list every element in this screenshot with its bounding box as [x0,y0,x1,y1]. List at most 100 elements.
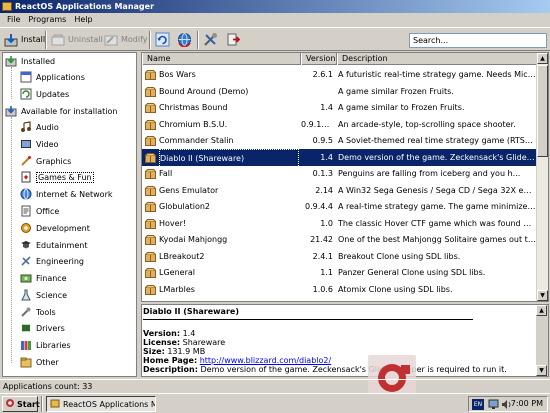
list-row[interactable]: LMarbles 1.0.6 Atomix Clone using SDL libs… [142,281,538,298]
cell-name: Bos Wars [159,70,196,79]
cell-version: 1.0 [320,218,333,228]
list-row[interactable]: Chromium B.S.U. 0.9.13.2 An arcade-style, … [142,116,538,133]
list-row[interactable]: Christmas Bound 1.4 A game similar to Froz… [142,99,538,116]
list-row[interactable]: Commander Stalin 0.9.5 A Soviet-themed rea… [142,132,538,149]
package-icon [145,201,156,212]
edutainment-icon [19,238,33,252]
cell-description: Penguins are falling from iceberg and yo… [338,169,521,178]
title-bar[interactable]: ReactOS Applications Manager [0,0,550,13]
available-icon [4,104,18,118]
list-row[interactable]: Bos Wars 2.6.1 A futuristic real-time stra… [142,66,538,83]
cell-description: Panzer General Clone using SDL libs. [338,268,486,277]
uninstall-button[interactable]: Uninstall [50,31,103,48]
menu-programs[interactable]: Programs [24,13,70,27]
homepage-link[interactable]: http://www.blizzard.com/diablo2/ [200,356,332,365]
scroll-up-arrow[interactable]: ▲ [537,53,548,64]
tree-label: Tools [36,307,56,317]
refresh-icon [155,32,170,47]
cell-version: 21.42 [310,235,333,244]
search-input[interactable]: Search... [409,33,547,48]
details-scrollbar[interactable]: ▲ ▼ [536,305,548,376]
list-scrollbar[interactable]: ▲ ▼ [536,53,548,301]
tree-line [11,67,12,99]
tree-node-installed[interactable]: Installed [4,54,55,68]
refresh-button[interactable] [155,31,170,48]
tree-label: Office [36,206,60,216]
scroll-down-arrow[interactable]: ▼ [536,365,547,376]
list-row[interactable]: Diablo II (Shareware) 1.4 Demo version of … [142,148,538,168]
tree-label: Graphics [36,156,72,166]
details-pane: Diablo II (Shareware) Version: 1.4 Licen… [141,304,549,377]
tree-node-engineering[interactable]: Engineering [19,254,84,268]
cell-name: Chromium B.S.U. [159,119,228,129]
tree-node-finance[interactable]: Finance [19,271,67,285]
updates-icon [19,87,33,101]
cell-description: A Win32 Sega Genesis / Sega CD / Sega 32… [338,185,536,195]
taskbar-button-app[interactable]: ReactOS Applications Man... [46,396,156,412]
exit-button[interactable] [226,31,241,48]
scroll-thumb[interactable] [537,65,548,157]
scroll-up-arrow[interactable]: ▲ [536,305,547,316]
app-icon [50,398,60,410]
cell-name: Fall [159,169,173,178]
package-icon [145,86,156,97]
network-tray-icon[interactable] [488,399,499,412]
tree-node-video[interactable]: Video [19,137,58,151]
list-row[interactable]: Fall 0.1.3 Penguins are falling from icebe… [142,165,538,182]
tree-node-internet[interactable]: Internet & Network [19,187,113,201]
tree-node-graphics[interactable]: Graphics [19,154,71,168]
cell-description: A game similar to Frozen Fruits. [338,103,465,112]
tree-node-updates[interactable]: Updates [19,87,69,101]
details-license: License: Shareware [143,338,225,347]
list-row[interactable]: Globulation2 0.9.4.4 A real-time strategy … [142,198,538,215]
tree-node-libraries[interactable]: Libraries [19,338,71,352]
details-version: Version: 1.4 [143,329,195,338]
install-button[interactable]: Install [3,31,45,48]
scroll-down-arrow[interactable]: ▼ [537,290,548,301]
details-homepage: Home Page: http://www.blizzard.com/diabl… [143,356,331,365]
tree-node-tools[interactable]: Tools [19,305,56,319]
cell-name: LMarbles [159,284,195,294]
package-icon [145,234,156,245]
tree-label: Finance [36,273,67,283]
tree-label: Video [36,139,59,149]
cell-description: One of the best Mahjongg Solitaire games… [338,235,536,244]
science-icon [19,288,33,302]
modify-label: Modify [121,35,148,44]
column-name[interactable]: Name [142,53,301,65]
system-tray: EN 7:00 PM [468,396,548,412]
list-row[interactable]: LGeneral 1.1 Panzer General Clone using SD… [142,264,538,281]
update-db-button[interactable] [177,31,192,48]
tree-label: Edutainment [36,240,88,250]
list-row[interactable]: LBreakout2 2.4.1 Breakout Clone using SDL … [142,248,538,265]
column-version[interactable]: Version [301,53,337,65]
tree-node-drivers[interactable]: Drivers [19,321,65,335]
tree-node-science[interactable]: Science [19,288,67,302]
tree-node-edutainment[interactable]: Edutainment [19,238,87,252]
modify-button[interactable]: Modify [103,31,148,48]
list-row[interactable]: Bound Around (Demo) A game similar Frozen… [142,83,538,100]
list-row[interactable]: Hover! 1.0 The classic Hover CTF game whic… [142,215,538,232]
list-row[interactable]: Kyodai Mahjongg 21.42 One of the best Mahj… [142,231,538,248]
tree-node-office[interactable]: Office [19,204,59,218]
tree-label: Other [36,357,59,367]
tree-node-applications[interactable]: Applications [19,70,85,84]
install-icon [3,32,18,47]
start-label: Start [17,399,40,409]
tree-node-other[interactable]: Other [19,355,59,369]
language-indicator[interactable]: EN [472,399,484,410]
tree-node-development[interactable]: Development [19,221,90,235]
start-button[interactable]: Start [2,396,40,412]
menu-file[interactable]: File [3,13,24,27]
settings-button[interactable] [203,31,218,48]
tree-node-available[interactable]: Available for installation [4,104,117,118]
description-value: Demo version of the game. Zeckensack's G… [200,365,507,374]
tree-label: Audio [36,122,59,132]
column-description[interactable]: Description [337,53,538,65]
office-icon [19,204,33,218]
tree-node-games[interactable]: Games & Fun [19,170,94,184]
list-row[interactable]: Gens Emulator 2.14 A Win32 Sega Genesis / … [142,182,538,199]
cell-description: Demo version of the game. Zeckensack's G… [338,152,536,162]
tree-node-audio[interactable]: Audio [19,120,59,134]
menu-help[interactable]: Help [70,13,96,27]
